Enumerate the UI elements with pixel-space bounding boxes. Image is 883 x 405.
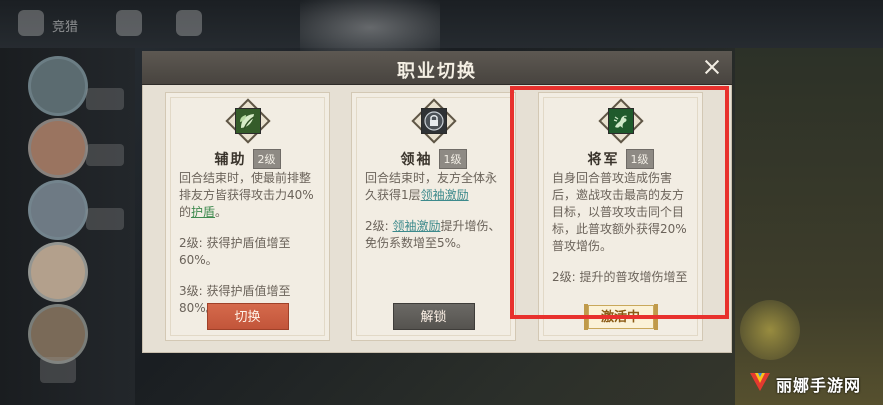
party-sidebar (0, 48, 135, 405)
level-badge: 1级 (625, 148, 654, 169)
level-badge: 2级 (252, 148, 281, 169)
lock-icon (423, 111, 444, 131)
level-2-effect: 2级: 获得护盾值增至60%。 (179, 236, 291, 267)
watermark-text: 丽娜手游网 (776, 376, 862, 395)
class-name: 将军 (587, 151, 620, 168)
class-card-general[interactable]: 将军 1级 自身回合普攻造成伤害后，邀战攻击最高的友方目标，以普攻攻击同个目标，此… (538, 92, 703, 341)
level-2-effect: 2级: 领袖激励提升增伤、免伤系数增至5%。 (365, 219, 501, 250)
background-figure (300, 0, 440, 55)
switch-button[interactable]: 切换 (206, 303, 289, 330)
class-name: 领袖 (400, 151, 433, 168)
leaf-icon (239, 114, 254, 130)
leader-inspire-link[interactable]: 领袖激励 (393, 219, 441, 233)
sidebar-tag (86, 208, 124, 230)
avatar[interactable] (28, 56, 88, 116)
scene-glow (740, 300, 800, 360)
avatar[interactable] (28, 180, 88, 240)
dialog-header: 职业切换 (142, 51, 732, 85)
class-switch-dialog: 职业切换 辅助 2级 回合结束时，使最前排整排友方皆获得攻击力40%的护盾。 2级… (142, 51, 732, 353)
unlock-button[interactable]: 解锁 (392, 303, 475, 330)
level-badge: 1级 (438, 148, 467, 169)
menu-icon[interactable] (176, 10, 202, 36)
class-emblem (597, 98, 644, 144)
class-emblem (224, 98, 271, 144)
back-icon[interactable] (18, 10, 44, 36)
class-description: 自身回合普攻造成伤害后，邀战攻击最高的友方目标，以普攻攻击同个目标，此普攻额外获… (552, 170, 692, 286)
top-bar: 竞猎 (0, 0, 883, 48)
class-description: 回合结束时，使最前排整排友方皆获得攻击力40%的护盾。 2级: 获得护盾值增至6… (179, 170, 319, 317)
sidebar-tag (86, 144, 124, 166)
top-bar-label: 竞猎 (52, 20, 79, 35)
class-card-leader[interactable]: 领袖 1级 回合结束时，友方全体永久获得1层领袖激励 2级: 领袖激励提升增伤、免… (351, 92, 516, 341)
level-2-effect: 2级: 提升的普攻增伤增至 (552, 270, 688, 284)
class-description: 回合结束时，友方全体永久获得1层领袖激励 2级: 领袖激励提升增伤、免伤系数增至… (365, 170, 505, 252)
avatar[interactable] (28, 304, 88, 364)
avatar[interactable] (28, 242, 88, 302)
chat-icon[interactable] (40, 357, 76, 383)
home-icon[interactable] (116, 10, 142, 36)
watermark-logo (750, 373, 770, 391)
class-card-support[interactable]: 辅助 2级 回合结束时，使最前排整排友方皆获得攻击力40%的护盾。 2级: 获得护… (165, 92, 330, 341)
avatar[interactable] (28, 118, 88, 178)
dialog-title: 职业切换 (397, 61, 477, 82)
dragon-icon (613, 115, 627, 128)
class-emblem (410, 98, 457, 144)
close-icon[interactable] (700, 55, 724, 79)
class-effect: 自身回合普攻造成伤害后，邀战攻击最高的友方目标，以普攻攻击同个目标，此普攻额外获… (552, 171, 687, 253)
sidebar-tag (86, 88, 124, 110)
leader-inspire-link[interactable]: 领袖激励 (421, 188, 469, 202)
active-status-badge: 激活中 (583, 304, 658, 330)
class-name: 辅助 (214, 151, 247, 168)
shield-keyword-link[interactable]: 护盾 (191, 205, 215, 219)
